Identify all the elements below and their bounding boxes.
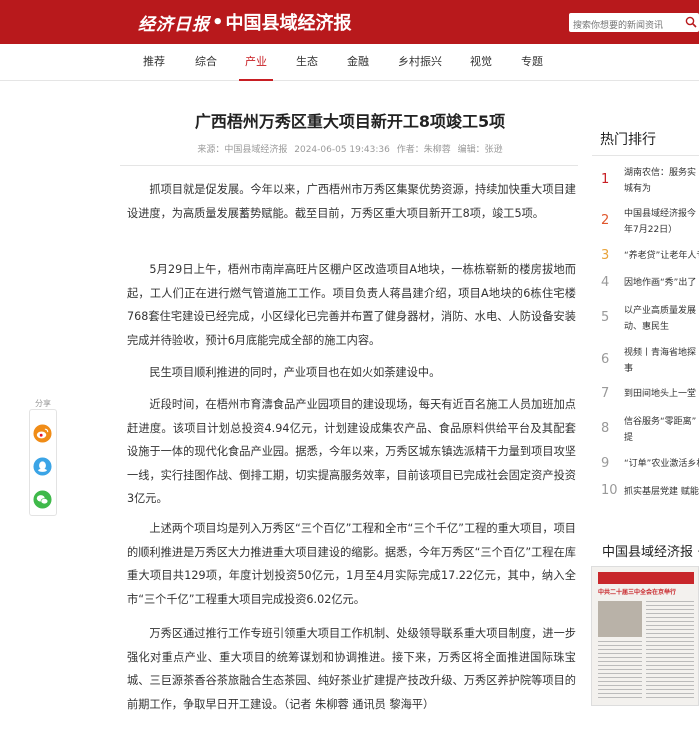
epaper-masthead <box>598 572 694 584</box>
hot-rank-item-line: 动、惠民生 <box>624 322 670 332</box>
article-datetime: 2024-06-05 19:43:36 <box>294 145 390 155</box>
hot-rank-item-line: 湖南农信：服务实 <box>624 168 697 178</box>
hot-rank-number: 8 <box>601 421 610 436</box>
hot-rank-number: 3 <box>601 248 610 263</box>
hot-rank-item-line: 中国县域经济报今 <box>624 209 697 219</box>
qq-icon[interactable] <box>33 457 52 476</box>
epaper-text-columns <box>646 601 694 699</box>
epaper-text-columns <box>598 641 642 699</box>
hot-rank-item[interactable]: 湖南农信：服务实 城有为 <box>624 165 699 197</box>
share-label: 分享 <box>34 398 52 409</box>
hot-rank-item[interactable]: 到田间地头上一堂 <box>624 386 699 402</box>
article-paragraph-1: 抓项目就是促发展。今年以来，广西梧州市万秀区集聚优势资源，持续加快重大项目建设进… <box>127 183 576 220</box>
hot-rank-item[interactable]: 视频丨青海省地探 事 <box>624 345 699 377</box>
hot-rank-number: 4 <box>601 275 610 290</box>
article-meta: 来源：中国县域经济报 2024-06-05 19:43:36 作者：朱柳蓉 编辑… <box>120 142 580 155</box>
hot-rank-item[interactable]: 以产业高质量发展 动、惠民生 <box>624 303 699 335</box>
search-input[interactable] <box>569 16 679 36</box>
top-header-bar: 经济日报 • 中国县域经济报 <box>0 0 699 44</box>
article-source: 来源：中国县域经济报 <box>197 145 288 155</box>
hot-rank-number: 7 <box>601 386 610 401</box>
hot-rank-number: 9 <box>601 456 610 471</box>
hot-rank-item-line: 视频丨青海省地探 <box>624 348 697 358</box>
nav-item-finance[interactable]: 金融 <box>347 44 369 80</box>
nav-item-industry[interactable]: 产业 <box>239 44 273 81</box>
hot-rank-item-line: 因地作画“秀”出了 <box>624 278 697 288</box>
hot-rank-number: 10 <box>601 483 618 498</box>
hot-rank-item[interactable]: 因地作画“秀”出了 <box>624 275 699 291</box>
search-box <box>569 13 699 36</box>
hot-rank-item-line: 事 <box>624 364 634 374</box>
search-icon[interactable] <box>685 16 697 28</box>
nav-item-ecology[interactable]: 生态 <box>296 44 318 80</box>
title-divider <box>120 165 578 166</box>
hot-rank-item-line: 城有为 <box>624 184 652 194</box>
hot-rank-number: 5 <box>601 310 610 325</box>
hot-rank-item-line: “订单”农业激活乡村 <box>624 459 699 469</box>
hot-rank-item-line: “养老贷”让老年人专 <box>624 251 699 261</box>
wechat-icon[interactable] <box>33 490 52 509</box>
hot-rank-item-line: 提 <box>624 433 634 443</box>
sidebar-divider <box>592 155 699 156</box>
epaper-section-title: 中国县域经济报 · 数 <box>602 545 699 560</box>
logo-separator: • <box>212 11 224 33</box>
hot-rank-number: 6 <box>601 352 610 367</box>
main-nav: 推荐 综合 产业 生态 金融 乡村振兴 视觉 专题 <box>0 44 699 81</box>
weibo-icon[interactable] <box>33 424 52 443</box>
nav-item-general[interactable]: 综合 <box>195 44 217 80</box>
article-paragraph-5: 上述两个项目均是列入万秀区“三个百亿”工程和全市“三个千亿”工程的重大项目，项目… <box>127 522 576 606</box>
nav-item-rural-revitalization[interactable]: 乡村振兴 <box>398 44 442 80</box>
article-editor: 编辑：张逊 <box>457 145 503 155</box>
epaper-photo <box>598 601 642 637</box>
logo-main-text: 中国县域经济报 <box>225 13 352 34</box>
article-paragraph-3: 民生项目顺利推进的同时，产业项目也在如火如荼建设中。 <box>149 366 441 379</box>
epaper-thumbnail[interactable]: 中共二十届三中全会在京举行 <box>591 566 699 706</box>
nav-item-visual[interactable]: 视觉 <box>470 44 492 80</box>
article-paragraph-6: 万秀区通过推行工作专班引领重大项目工作机制、处级领导联系重大项目制度，进一步强化… <box>127 627 576 711</box>
hot-rank-item-line: 年7月22日） <box>624 225 678 235</box>
hot-rank-item[interactable]: 信谷服务“零距离” 提 <box>624 414 699 446</box>
nav-item-recommend[interactable]: 推荐 <box>143 44 165 80</box>
hot-ranking-title: 热门排行 <box>600 132 656 148</box>
logo-script-text: 经济日报 <box>138 14 210 35</box>
hot-rank-item[interactable]: “订单”农业激活乡村 <box>624 456 699 472</box>
hot-rank-number: 1 <box>601 172 610 187</box>
article-paragraph-4: 近段时间，在梧州市育濤食品产业园项目的建设现场，每天有近百名施工人员加班加点赶进… <box>127 398 576 505</box>
hot-rank-item[interactable]: “养老贷”让老年人专 <box>624 248 699 264</box>
article-author: 作者：朱柳蓉 <box>396 145 451 155</box>
hot-rank-item[interactable]: 中国县域经济报今 年7月22日） <box>624 206 699 238</box>
hot-rank-item-line: 到田间地头上一堂 <box>624 389 697 399</box>
hot-rank-item-line: 以产业高质量发展 <box>624 306 697 316</box>
epaper-headline: 中共二十届三中全会在京举行 <box>598 589 677 596</box>
hot-rank-item-line: 抓实基层党建 赋能 <box>624 487 699 497</box>
nav-item-topics[interactable]: 专题 <box>521 44 543 80</box>
article-title: 广西梧州万秀区重大项目新开工8项竣工5项 <box>194 112 506 131</box>
article-paragraph-2: 5月29日上午，梧州市南岸高旺片区棚户区改造项目A地块，一栋栋崭新的楼房拔地而起… <box>127 263 576 347</box>
site-logo[interactable]: 经济日报 • 中国县域经济报 <box>138 9 352 35</box>
hot-rank-item[interactable]: 抓实基层党建 赋能 <box>624 484 699 500</box>
hot-rank-number: 2 <box>601 213 610 228</box>
hot-rank-item-line: 信谷服务“零距离” <box>624 417 697 427</box>
